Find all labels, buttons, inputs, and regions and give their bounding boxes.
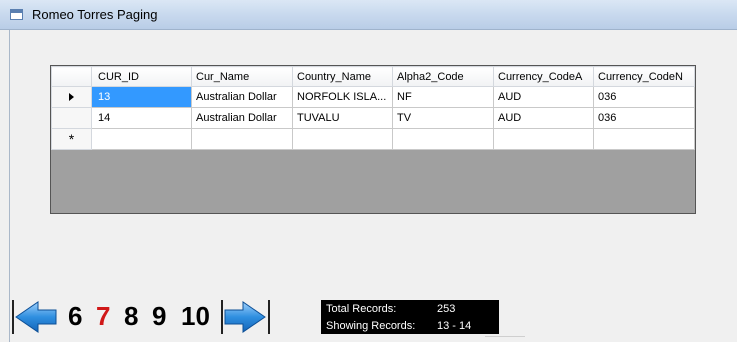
grid-cell-new[interactable] <box>91 128 192 150</box>
column-header-cur-id[interactable]: CUR_ID <box>91 66 192 87</box>
divider <box>485 336 525 337</box>
page-link-8[interactable]: 8 <box>124 301 138 331</box>
next-page-button[interactable] <box>223 300 267 334</box>
column-header-alpha2-code[interactable]: Alpha2_Code <box>392 66 494 87</box>
grid-cell[interactable]: 036 <box>593 86 695 108</box>
grid-cell[interactable]: AUD <box>493 86 594 108</box>
right-arrow-icon <box>224 301 266 333</box>
showing-records-value: 13 - 14 <box>437 320 472 332</box>
page-link-6[interactable]: 6 <box>68 301 82 331</box>
pager-separator <box>268 300 270 334</box>
page-link-7-current[interactable]: 7 <box>96 301 110 331</box>
grid-cell[interactable]: 13 <box>91 86 192 108</box>
showing-records-label: Showing Records: <box>326 320 416 332</box>
window-title: Romeo Torres Paging <box>32 7 158 22</box>
prev-page-button[interactable] <box>14 300 58 334</box>
column-header-cur-name[interactable]: Cur_Name <box>191 66 293 87</box>
row-header-new[interactable]: * <box>51 128 92 150</box>
column-header-currency-code-a[interactable]: Currency_CodeA <box>493 66 594 87</box>
grid-cell[interactable]: 036 <box>593 107 695 129</box>
grid-cell-new[interactable] <box>392 128 494 150</box>
records-info-panel: Total Records: 253 Showing Records: 13 -… <box>321 300 499 334</box>
grid-cell[interactable]: TV <box>392 107 494 129</box>
left-arrow-icon <box>15 301 57 333</box>
new-row-star-icon: * <box>68 130 75 147</box>
grid-cell[interactable]: NORFOLK ISLA... <box>292 86 393 108</box>
data-grid[interactable]: CUR_ID Cur_Name Country_Name Alpha2_Code… <box>50 65 696 214</box>
window-icon <box>10 9 23 20</box>
grid-cell[interactable]: AUD <box>493 107 594 129</box>
new-row[interactable]: * <box>51 128 695 150</box>
grid-cell[interactable]: TUVALU <box>292 107 393 129</box>
total-records-label: Total Records: <box>326 303 397 315</box>
page-link-10[interactable]: 10 <box>181 301 210 331</box>
pager <box>9 296 273 334</box>
column-header-currency-code-n[interactable]: Currency_CodeN <box>593 66 695 87</box>
grid-corner-cell[interactable] <box>51 66 92 87</box>
total-records-value: 253 <box>437 303 456 315</box>
current-row-arrow-icon <box>69 93 74 102</box>
column-header-country-name[interactable]: Country_Name <box>292 66 393 87</box>
grid-header-row: CUR_ID Cur_Name Country_Name Alpha2_Code… <box>51 66 695 87</box>
grid-cell[interactable]: Australian Dollar <box>191 86 293 108</box>
grid-cell[interactable]: Australian Dollar <box>191 107 293 129</box>
row-header-current[interactable] <box>51 86 92 108</box>
title-bar[interactable]: Romeo Torres Paging <box>0 0 737 30</box>
grid-cell[interactable]: 14 <box>91 107 192 129</box>
table-row[interactable]: 13 Australian Dollar NORFOLK ISLA... NF … <box>51 86 695 108</box>
grid-cell-new[interactable] <box>593 128 695 150</box>
page-link-9[interactable]: 9 <box>152 301 166 331</box>
row-header[interactable] <box>51 107 92 129</box>
table-row[interactable]: 14 Australian Dollar TUVALU TV AUD 036 <box>51 107 695 129</box>
grid-cell[interactable]: NF <box>392 86 494 108</box>
grid-cell-new[interactable] <box>191 128 293 150</box>
grid-table: CUR_ID Cur_Name Country_Name Alpha2_Code… <box>51 66 695 150</box>
grid-cell-new[interactable] <box>292 128 393 150</box>
grid-cell-new[interactable] <box>493 128 594 150</box>
